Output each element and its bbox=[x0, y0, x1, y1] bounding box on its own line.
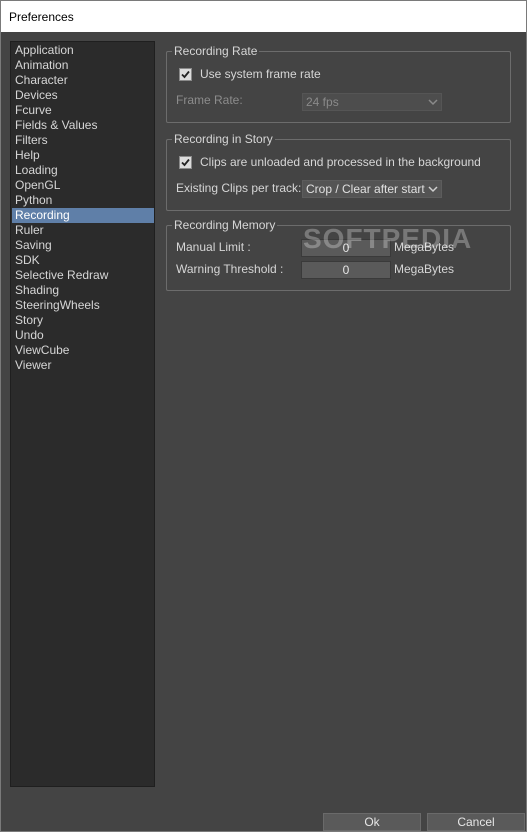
sidebar-item-animation[interactable]: Animation bbox=[12, 58, 154, 73]
warning-threshold-unit: MegaBytes bbox=[394, 262, 455, 276]
sidebar-item-sdk[interactable]: SDK bbox=[12, 253, 154, 268]
recording-rate-group: Recording Rate Use system frame rate Fra… bbox=[166, 44, 511, 123]
sidebar-item-steeringwheels[interactable]: SteeringWheels bbox=[12, 298, 154, 313]
sidebar-item-opengl[interactable]: OpenGL bbox=[12, 178, 154, 193]
sidebar-item-ruler[interactable]: Ruler bbox=[12, 223, 154, 238]
sidebar-item-devices[interactable]: Devices bbox=[12, 88, 154, 103]
window-title: Preferences bbox=[9, 10, 74, 24]
ok-button[interactable]: Ok bbox=[323, 813, 421, 831]
sidebar-item-help[interactable]: Help bbox=[12, 148, 154, 163]
cancel-button[interactable]: Cancel bbox=[427, 813, 525, 831]
sidebar-item-shading[interactable]: Shading bbox=[12, 283, 154, 298]
watermark: SOFTPEDIA bbox=[303, 223, 473, 254]
sidebar-item-application[interactable]: Application bbox=[12, 43, 154, 58]
sidebar-item-fields-values[interactable]: Fields & Values bbox=[12, 118, 154, 133]
use-system-frame-rate-checkbox[interactable] bbox=[179, 67, 192, 81]
clips-unloaded-row[interactable]: Clips are unloaded and processed in the … bbox=[179, 154, 481, 170]
check-icon bbox=[181, 70, 190, 78]
sidebar-item-saving[interactable]: Saving bbox=[12, 238, 154, 253]
preferences-window: Preferences Application Animation Charac… bbox=[0, 0, 527, 832]
sidebar-item-loading[interactable]: Loading bbox=[12, 163, 154, 178]
use-system-frame-rate-row[interactable]: Use system frame rate bbox=[179, 66, 321, 82]
sidebar-item-viewcube[interactable]: ViewCube bbox=[12, 343, 154, 358]
sidebar-item-filters[interactable]: Filters bbox=[12, 133, 154, 148]
chevron-down-icon bbox=[428, 99, 438, 106]
clips-unloaded-checkbox[interactable] bbox=[179, 155, 192, 169]
existing-clips-dropdown[interactable]: Crop / Clear after start bbox=[302, 180, 442, 198]
recording-in-story-legend: Recording in Story bbox=[172, 132, 275, 146]
manual-limit-label: Manual Limit : bbox=[176, 240, 251, 254]
chevron-down-icon bbox=[428, 186, 438, 193]
use-system-frame-rate-label: Use system frame rate bbox=[200, 67, 321, 81]
frame-rate-dropdown[interactable]: 24 fps bbox=[302, 93, 442, 111]
recording-memory-legend: Recording Memory bbox=[172, 218, 278, 232]
sidebar-item-fcurve[interactable]: Fcurve bbox=[12, 103, 154, 118]
existing-clips-label: Existing Clips per track: bbox=[176, 181, 302, 195]
title-bar: Preferences bbox=[1, 1, 526, 32]
frame-rate-label: Frame Rate: bbox=[176, 93, 243, 107]
clips-unloaded-label: Clips are unloaded and processed in the … bbox=[200, 155, 481, 169]
recording-rate-legend: Recording Rate bbox=[172, 44, 260, 58]
category-list[interactable]: Application Animation Character Devices … bbox=[10, 41, 155, 787]
warning-threshold-field[interactable]: 0 bbox=[301, 261, 391, 279]
check-icon bbox=[181, 158, 190, 166]
sidebar-item-recording[interactable]: Recording bbox=[12, 208, 154, 223]
sidebar-item-undo[interactable]: Undo bbox=[12, 328, 154, 343]
warning-threshold-label: Warning Threshold : bbox=[176, 262, 284, 276]
recording-in-story-group: Recording in Story Clips are unloaded an… bbox=[166, 132, 511, 211]
existing-clips-value: Crop / Clear after start bbox=[306, 182, 425, 196]
sidebar-item-viewer[interactable]: Viewer bbox=[12, 358, 154, 373]
sidebar-item-character[interactable]: Character bbox=[12, 73, 154, 88]
sidebar-item-selective-redraw[interactable]: Selective Redraw bbox=[12, 268, 154, 283]
sidebar-item-python[interactable]: Python bbox=[12, 193, 154, 208]
frame-rate-value: 24 fps bbox=[306, 95, 339, 109]
sidebar-item-story[interactable]: Story bbox=[12, 313, 154, 328]
